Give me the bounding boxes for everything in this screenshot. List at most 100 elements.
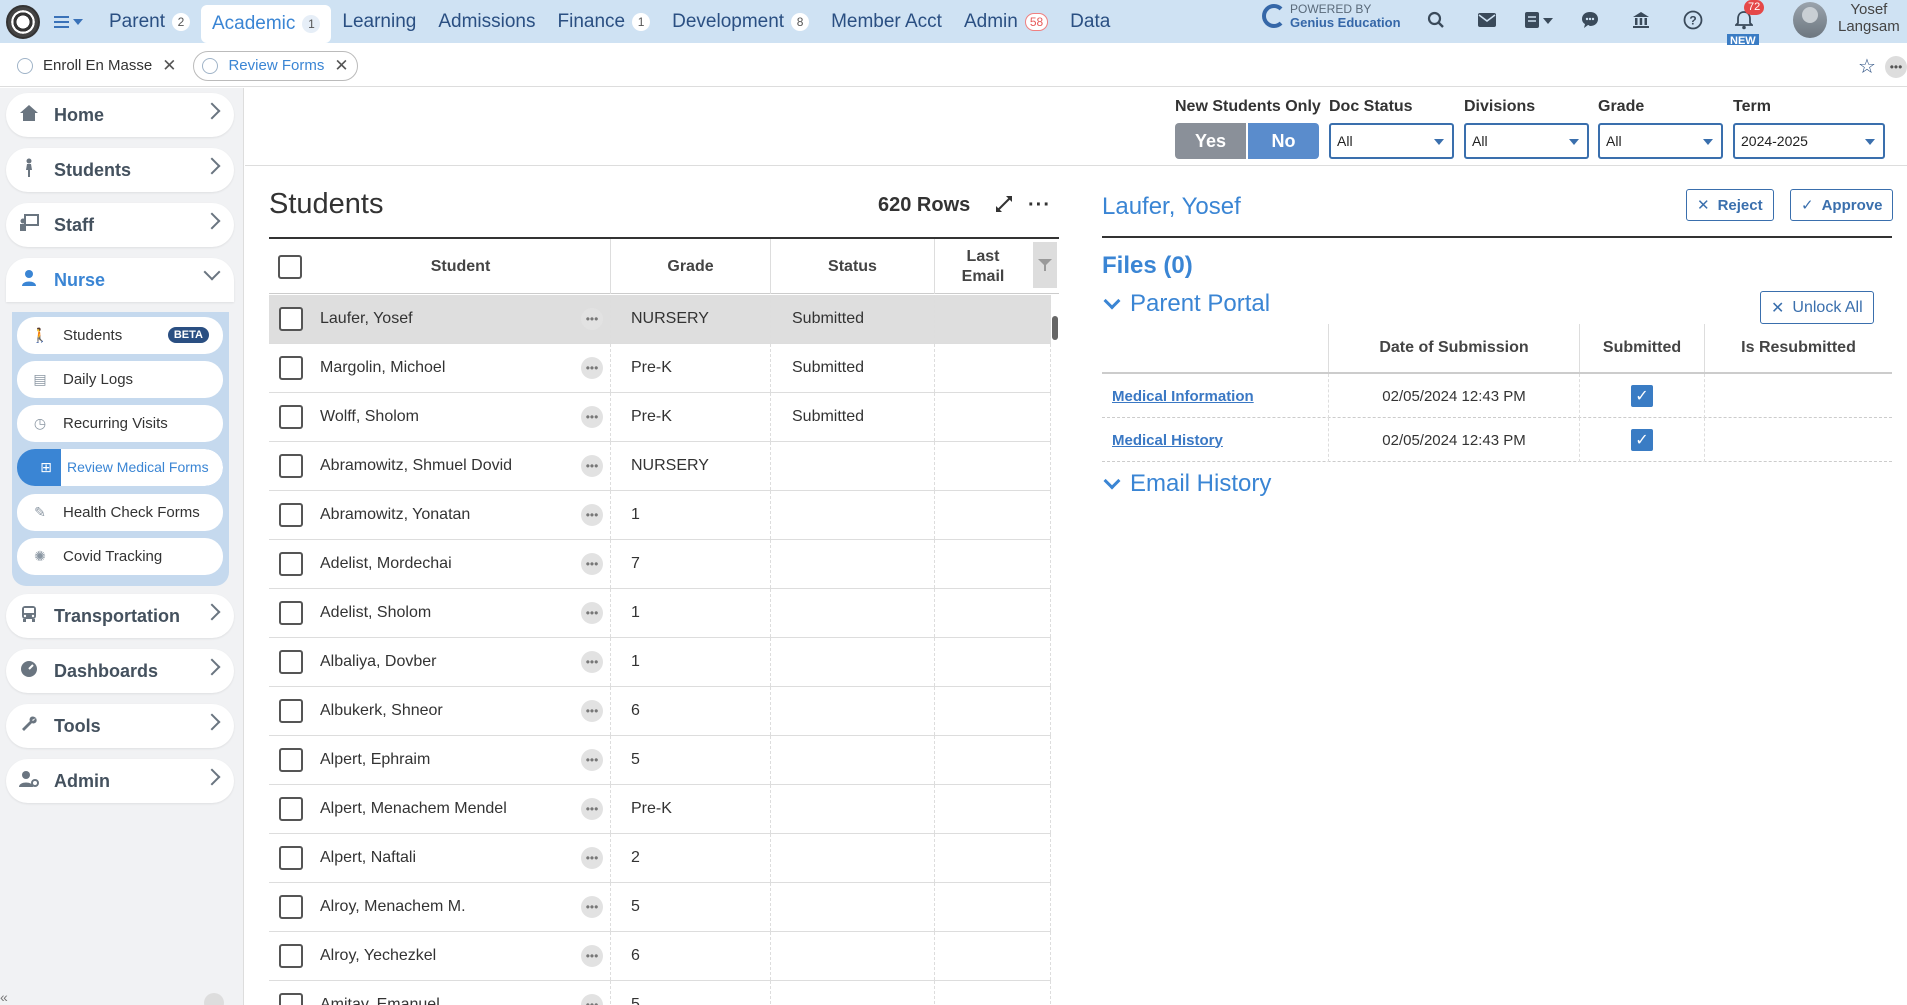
grade-select[interactable]: All bbox=[1598, 123, 1723, 159]
row-more-icon[interactable]: ••• bbox=[581, 455, 603, 477]
sidebar-item-review-medical-forms[interactable]: ⊞ Review Medical Forms bbox=[17, 449, 223, 486]
row-more-icon[interactable]: ••• bbox=[581, 896, 603, 918]
row-more-icon[interactable]: ••• bbox=[581, 945, 603, 967]
page-tab-enroll-en-masse[interactable]: Enroll En Masse ✕ bbox=[8, 51, 185, 81]
email-history-section-toggle[interactable]: Email History bbox=[1102, 470, 1271, 498]
student-name-cell[interactable]: Margolin, Michoel bbox=[269, 344, 611, 392]
form-link[interactable]: Medical Information bbox=[1102, 374, 1328, 418]
grid-more-icon[interactable]: ··· bbox=[1028, 194, 1051, 217]
sidebar-handle[interactable] bbox=[204, 993, 224, 1005]
submitted-checkbox[interactable]: ✓ bbox=[1631, 385, 1653, 407]
no-button[interactable]: No bbox=[1248, 123, 1319, 159]
reject-button[interactable]: ✕ Reject bbox=[1686, 189, 1774, 221]
sidebar-item-nurse-students[interactable]: 🚶 Students BETA bbox=[17, 317, 223, 354]
table-row[interactable]: Albaliya, Dovber ••• 1 bbox=[269, 638, 1051, 687]
submitted-checkbox[interactable]: ✓ bbox=[1631, 429, 1653, 451]
search-icon[interactable] bbox=[1424, 8, 1448, 32]
row-more-icon[interactable]: ••• bbox=[581, 357, 603, 379]
nav-tab-learning[interactable]: Learning bbox=[331, 4, 427, 40]
table-row[interactable]: Alroy, Menachem M. ••• 5 bbox=[269, 883, 1051, 932]
divisions-select[interactable]: All bbox=[1464, 123, 1589, 159]
yes-button[interactable]: Yes bbox=[1175, 123, 1246, 159]
student-name-cell[interactable]: Adelist, Sholom bbox=[269, 589, 611, 637]
nav-tab-admissions[interactable]: Admissions bbox=[427, 4, 546, 40]
student-name-cell[interactable]: Wolff, Sholom bbox=[269, 393, 611, 441]
close-icon[interactable]: ✕ bbox=[162, 56, 176, 76]
nav-tab-parent[interactable]: Parent 2 bbox=[98, 4, 201, 40]
sidebar-item-transportation[interactable]: Transportation bbox=[6, 594, 234, 638]
student-name-cell[interactable]: Abramowitz, Shmuel Dovid bbox=[269, 442, 611, 490]
approve-button[interactable]: ✓ Approve bbox=[1790, 189, 1894, 221]
sidebar-item-students[interactable]: Students bbox=[6, 148, 234, 192]
nav-tab-finance[interactable]: Finance 1 bbox=[547, 4, 662, 40]
table-row[interactable]: Laufer, Yosef ••• NURSERY Submitted bbox=[269, 295, 1051, 344]
filter-icon[interactable] bbox=[1033, 242, 1057, 288]
close-icon[interactable]: ✕ bbox=[334, 56, 348, 76]
student-name-cell[interactable]: Albukerk, Shneor bbox=[269, 687, 611, 735]
table-row[interactable]: Wolff, Sholom ••• Pre-K Submitted bbox=[269, 393, 1051, 442]
avatar[interactable] bbox=[1793, 2, 1827, 38]
table-row[interactable]: Alpert, Menachem Mendel ••• Pre-K bbox=[269, 785, 1051, 834]
sidebar-item-recurring-visits[interactable]: ◷ Recurring Visits bbox=[17, 405, 223, 442]
column-header-student[interactable]: Student bbox=[311, 239, 611, 294]
nav-tab-admin[interactable]: Admin 58 bbox=[953, 4, 1059, 40]
sidebar-item-health-check-forms[interactable]: ✎ Health Check Forms bbox=[17, 494, 223, 531]
grid-scrollbar[interactable] bbox=[1051, 294, 1059, 1005]
mail-icon[interactable] bbox=[1475, 8, 1499, 32]
row-more-icon[interactable]: ••• bbox=[581, 308, 603, 330]
column-header-last-email[interactable]: Last Email bbox=[935, 239, 1031, 294]
nav-tab-development[interactable]: Development 8 bbox=[661, 4, 820, 40]
sidebar-item-tools[interactable]: Tools bbox=[6, 704, 234, 748]
table-row[interactable]: Alpert, Naftali ••• 2 bbox=[269, 834, 1051, 883]
row-more-icon[interactable]: ••• bbox=[581, 798, 603, 820]
user-menu[interactable]: Yosef Langsam bbox=[1838, 1, 1900, 35]
row-more-icon[interactable]: ••• bbox=[581, 651, 603, 673]
school-logo[interactable] bbox=[6, 4, 40, 39]
table-row[interactable]: Adelist, Sholom ••• 1 bbox=[269, 589, 1051, 638]
sidebar-item-daily-logs[interactable]: ▤ Daily Logs bbox=[17, 361, 223, 398]
student-name-cell[interactable]: Laufer, Yosef bbox=[269, 295, 611, 343]
collapse-sidebar-icon[interactable]: « bbox=[0, 989, 8, 1005]
student-name-cell[interactable]: Albaliya, Dovber bbox=[269, 638, 611, 686]
student-name-cell[interactable]: Alroy, Menachem M. bbox=[269, 883, 611, 931]
expand-icon[interactable] bbox=[994, 194, 1016, 216]
main-menu-button[interactable] bbox=[54, 7, 90, 37]
sidebar-item-covid-tracking[interactable]: ✺ Covid Tracking bbox=[17, 538, 223, 575]
term-select[interactable]: 2024-2025 bbox=[1733, 123, 1885, 159]
column-header-grade[interactable]: Grade bbox=[611, 239, 771, 294]
table-row[interactable]: Amitay, Emanuel ••• 5 bbox=[269, 981, 1051, 1005]
sidebar-item-admin[interactable]: Admin bbox=[6, 759, 234, 803]
student-name-cell[interactable]: Alpert, Naftali bbox=[269, 834, 611, 882]
table-row[interactable]: Albukerk, Shneor ••• 6 bbox=[269, 687, 1051, 736]
student-name-cell[interactable]: Adelist, Mordechai bbox=[269, 540, 611, 588]
sidebar-item-dashboards[interactable]: Dashboards bbox=[6, 649, 234, 693]
table-row[interactable]: Adelist, Mordechai ••• 7 bbox=[269, 540, 1051, 589]
row-more-icon[interactable]: ••• bbox=[581, 847, 603, 869]
table-row[interactable]: Alroy, Yechezkel ••• 6 bbox=[269, 932, 1051, 981]
help-icon[interactable]: ? bbox=[1681, 8, 1705, 32]
chat-icon[interactable] bbox=[1578, 8, 1602, 32]
nav-tab-data[interactable]: Data bbox=[1059, 4, 1121, 40]
more-options-icon[interactable]: ••• bbox=[1885, 56, 1907, 78]
table-row[interactable]: Abramowitz, Yonatan ••• 1 bbox=[269, 491, 1051, 540]
nav-tab-academic[interactable]: Academic 1 bbox=[200, 5, 332, 43]
sidebar-item-nurse[interactable]: Nurse bbox=[6, 258, 234, 302]
sidebar-item-home[interactable]: Home bbox=[6, 93, 234, 137]
row-more-icon[interactable]: ••• bbox=[581, 504, 603, 526]
student-name-cell[interactable]: Alroy, Yechezkel bbox=[269, 932, 611, 980]
table-row[interactable]: Margolin, Michoel ••• Pre-K Submitted bbox=[269, 344, 1051, 393]
sidebar-item-staff[interactable]: Staff bbox=[6, 203, 234, 247]
table-row[interactable]: Alpert, Ephraim ••• 5 bbox=[269, 736, 1051, 785]
student-name-cell[interactable]: Alpert, Ephraim bbox=[269, 736, 611, 784]
nav-tab-member-acct[interactable]: Member Acct bbox=[820, 4, 953, 40]
form-link[interactable]: Medical History bbox=[1102, 418, 1328, 462]
row-more-icon[interactable]: ••• bbox=[581, 700, 603, 722]
select-all-checkbox[interactable] bbox=[278, 254, 302, 279]
row-more-icon[interactable]: ••• bbox=[581, 406, 603, 428]
favorite-star-icon[interactable]: ☆ bbox=[1858, 54, 1876, 79]
row-more-icon[interactable]: ••• bbox=[581, 602, 603, 624]
parent-portal-section-toggle[interactable]: Parent Portal bbox=[1102, 290, 1270, 318]
student-name-cell[interactable]: Abramowitz, Yonatan bbox=[269, 491, 611, 539]
table-row[interactable]: Abramowitz, Shmuel Dovid ••• NURSERY bbox=[269, 442, 1051, 491]
student-name-cell[interactable]: Amitay, Emanuel bbox=[269, 981, 611, 1005]
